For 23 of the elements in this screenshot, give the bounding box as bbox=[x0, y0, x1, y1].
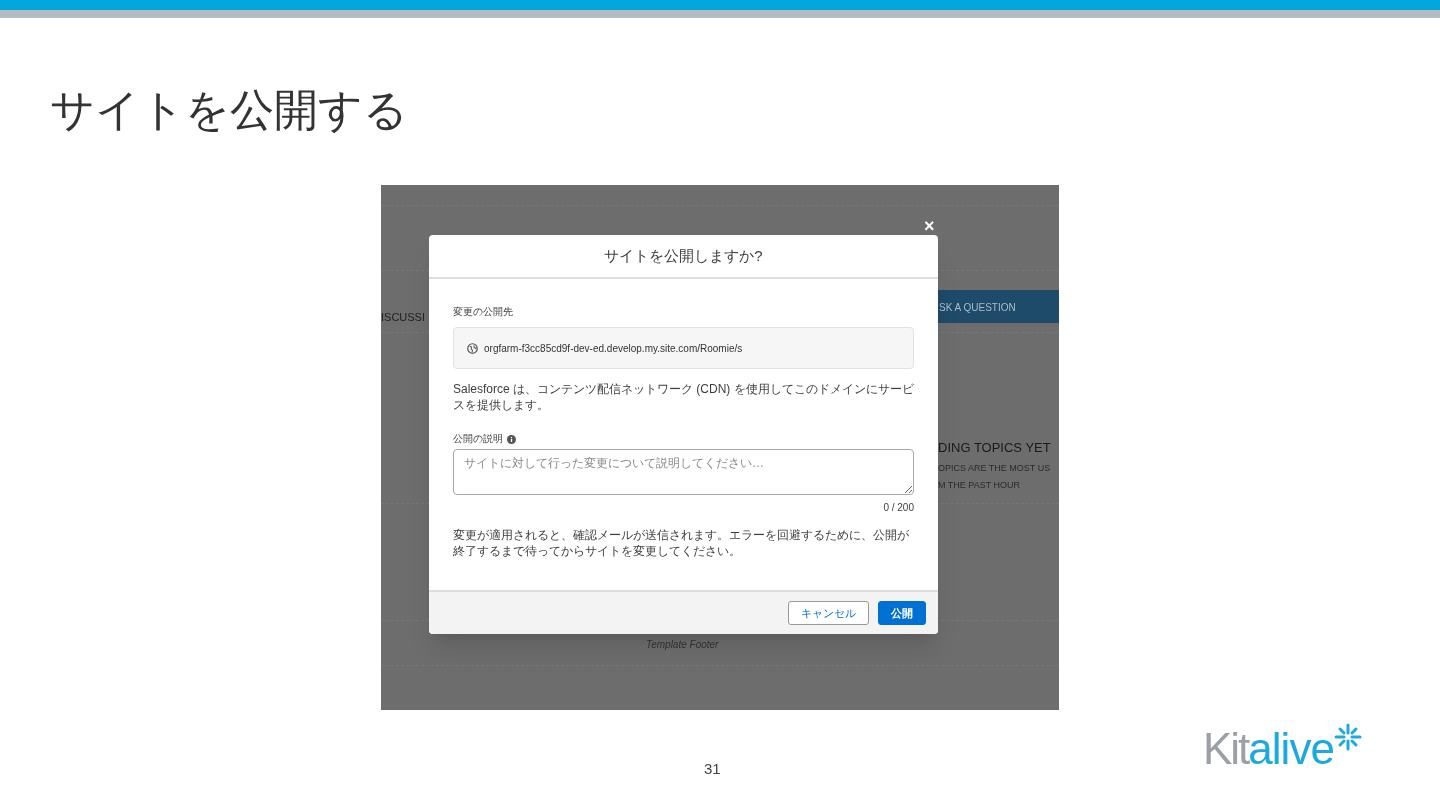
info-icon bbox=[507, 434, 516, 444]
globe-icon bbox=[467, 342, 478, 354]
field-label: 変更の公開先 bbox=[453, 305, 514, 319]
logo-text: alive bbox=[1248, 727, 1334, 771]
slide-title: サイトを公開する bbox=[50, 84, 408, 136]
page-number: 31 bbox=[704, 759, 721, 779]
cdn-note: Salesforce は、コンテンツ配信ネットワーク (CDN) を使用してこのドメインにサービスを提供します。 bbox=[453, 381, 914, 413]
dialog-title: サイトを公開しますか? bbox=[604, 245, 763, 266]
character-counter: 0 / 200 bbox=[883, 501, 914, 515]
topics-title: DING TOPICS YET bbox=[938, 439, 1051, 457]
publish-button[interactable]: 公開 bbox=[878, 601, 926, 625]
field-label: 公開の説明 bbox=[453, 432, 503, 446]
cancel-button[interactable]: キャンセル bbox=[788, 601, 869, 625]
logo-text: Kit bbox=[1203, 727, 1249, 771]
close-icon[interactable]: × bbox=[924, 217, 935, 235]
topics-text: OPICS ARE THE MOST US bbox=[938, 462, 1051, 475]
asterisk-icon bbox=[1333, 723, 1362, 751]
ask-question-button[interactable]: SK A QUESTION bbox=[938, 290, 1059, 323]
email-note: 変更が適用されると、確認メールが送信されます。エラーを回避するために、公開が終了するまで待ってからサイトを変更してください。 bbox=[453, 527, 910, 559]
topics-text: M THE PAST HOUR bbox=[938, 479, 1020, 492]
description-field[interactable]: サイトに対して行った変更について説明してください… bbox=[453, 449, 914, 495]
nav-tab[interactable]: ISCUSSI bbox=[381, 309, 425, 326]
site-url: orgfarm-f3cc85cd9f-dev-ed.develop.my.site.com/Roomie/s bbox=[484, 341, 743, 356]
